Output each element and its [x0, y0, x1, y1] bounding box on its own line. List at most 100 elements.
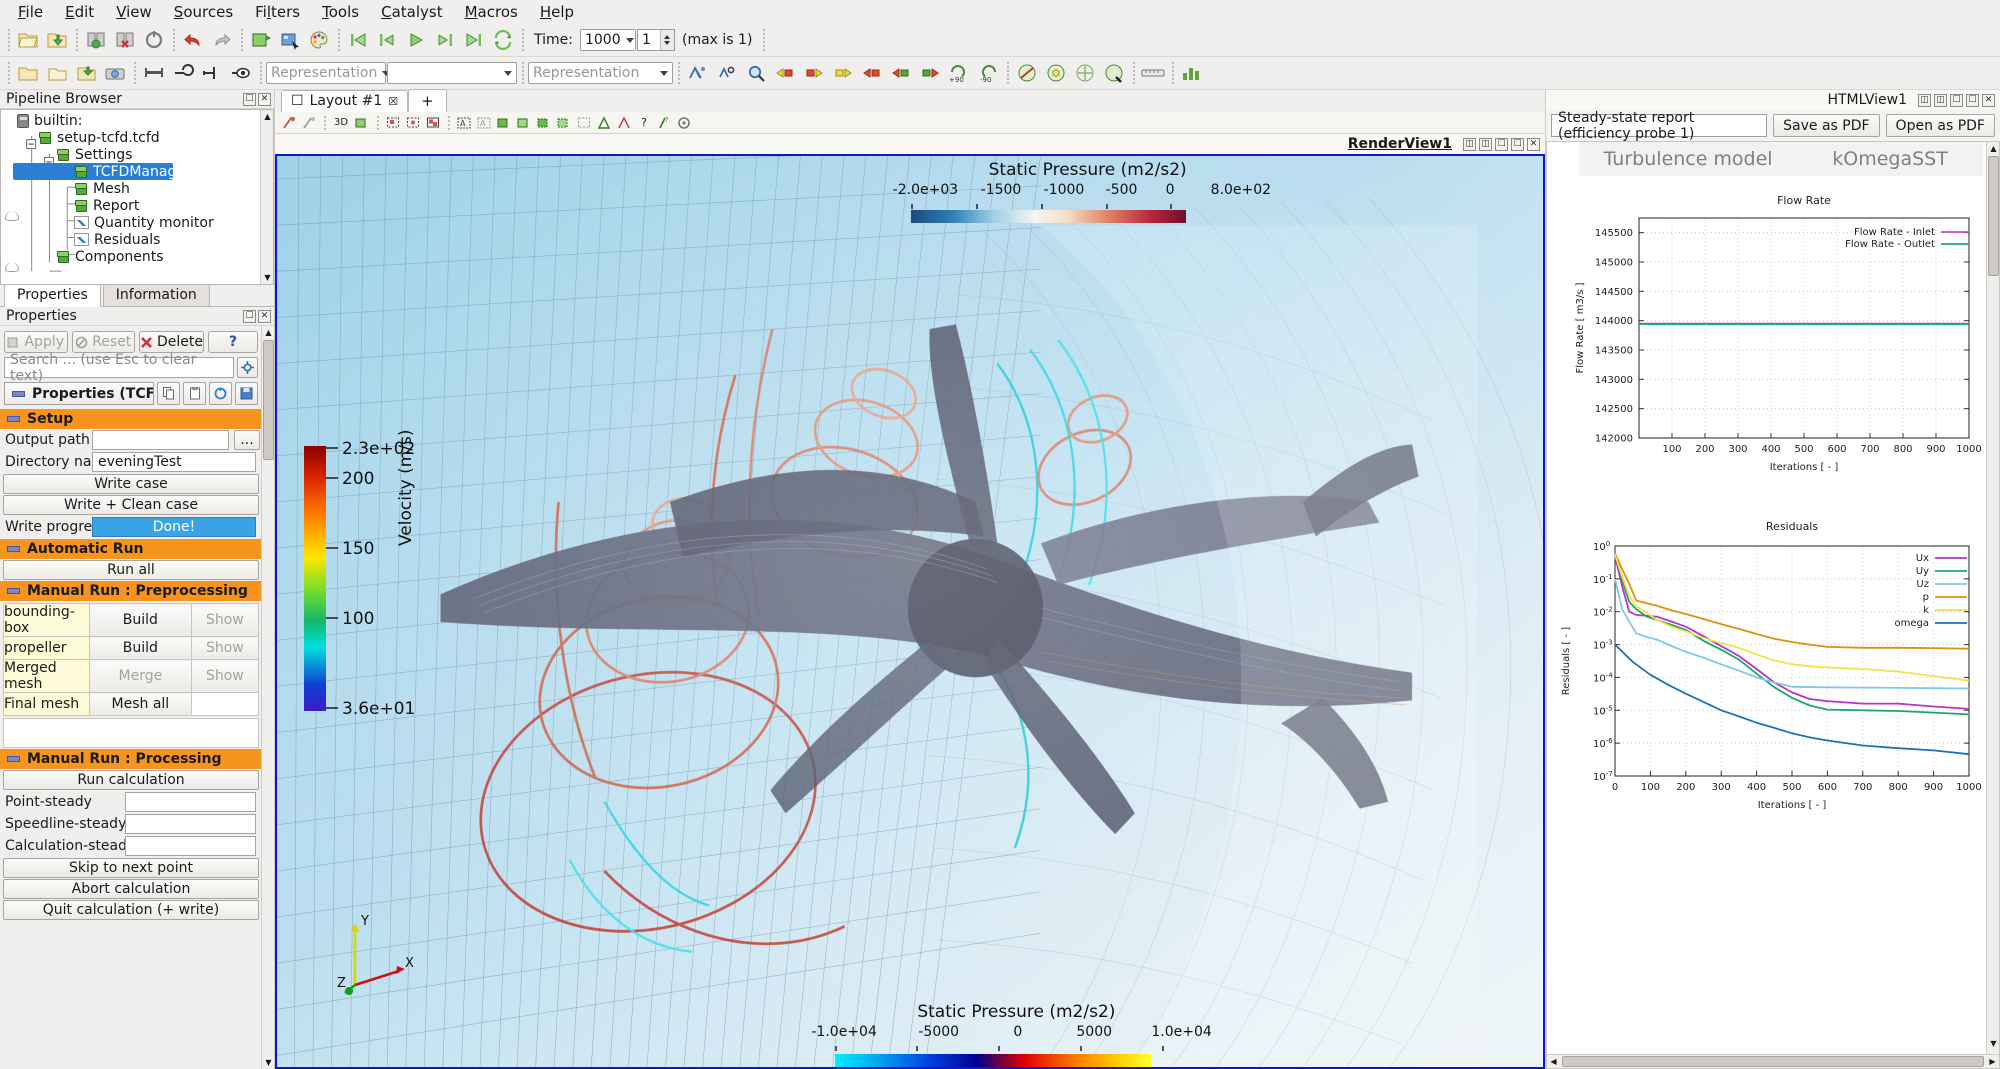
pick-center-icon[interactable] [280, 114, 298, 132]
pipeline-item-builtin[interactable]: builtin: [1, 112, 273, 129]
help-button[interactable]: ? [208, 331, 258, 353]
pipeline-scrollbar[interactable]: ▲ ▼ [260, 110, 273, 284]
search-input[interactable]: Search ... (use Esc to clear text) [4, 352, 234, 384]
representation-select[interactable]: Representation [266, 62, 391, 84]
scroll-down-icon[interactable]: ▼ [1987, 1037, 1999, 1050]
select-block-through-icon[interactable]: A [475, 114, 493, 132]
zoom-to-data-icon[interactable] [713, 59, 741, 87]
advanced-properties-toggle[interactable] [237, 357, 258, 378]
speedline-steady-input[interactable] [125, 814, 256, 834]
zoom-to-box-icon[interactable] [742, 59, 770, 87]
reload-icon[interactable] [140, 26, 168, 54]
menu-item-help[interactable]: Help [530, 1, 584, 23]
tab-layout-1[interactable]: ☐ Layout #1 ☒ [281, 90, 409, 112]
menu-item-view[interactable]: View [106, 1, 162, 23]
last-frame-icon[interactable] [460, 26, 488, 54]
add-layout-tab[interactable]: + [408, 89, 447, 112]
next-frame-icon[interactable] [431, 26, 459, 54]
ruler-icon[interactable] [1139, 59, 1167, 87]
axes-visibility-icon[interactable] [1013, 59, 1041, 87]
output-path-input[interactable] [92, 430, 229, 450]
help-icon[interactable]: ? [635, 114, 653, 132]
undock-icon[interactable]: ☐ [243, 92, 256, 106]
report-select[interactable]: Steady-state report (efficiency probe 1) [1551, 110, 1768, 142]
stepper-arrows[interactable] [659, 30, 674, 50]
scroll-up-icon[interactable]: ▲ [261, 110, 273, 123]
camera-undo-icon[interactable] [353, 114, 371, 132]
time-value-select[interactable]: 1000 [579, 29, 636, 51]
pos-y-view-icon[interactable] [829, 59, 857, 87]
select-cells-through-icon[interactable] [424, 114, 442, 132]
close-icon[interactable]: ✕ [258, 309, 271, 323]
undo-camera-icon[interactable] [247, 26, 275, 54]
table-row[interactable]: Final mesh Mesh all [3, 692, 260, 716]
write-case-button[interactable]: Write case [3, 474, 259, 494]
pipeline-item-setup-tcfd[interactable]: setup-tcfd.tcfd [1, 129, 273, 146]
section-automatic-run[interactable]: Automatic Run [0, 539, 262, 559]
build-button[interactable]: Build [89, 603, 192, 637]
quit-calculation-button[interactable]: Quit calculation (+ write) [3, 900, 259, 920]
calculation-steady-input[interactable] [125, 836, 256, 856]
browse-output-path-button[interactable]: ... [234, 430, 260, 450]
neg-z-view-icon[interactable] [887, 59, 915, 87]
point-steady-input[interactable] [125, 792, 256, 812]
scrollbar-thumb[interactable] [263, 340, 274, 460]
pipeline-item-report[interactable]: Report [1, 197, 273, 214]
show-button[interactable]: Show [190, 603, 260, 637]
open-file-icon[interactable] [14, 26, 42, 54]
plot-over-line-icon[interactable] [615, 114, 633, 132]
first-frame-icon[interactable] [344, 26, 372, 54]
close-icon[interactable]: ☒ [388, 95, 398, 108]
table-row[interactable]: bounding-box Build Show [3, 603, 260, 637]
write-clean-case-button[interactable]: Write + Clean case [3, 495, 259, 515]
paste-properties-icon[interactable] [183, 382, 206, 405]
redo-icon[interactable] [208, 26, 236, 54]
neg-y-view-icon[interactable] [858, 59, 886, 87]
split-horizontal-icon[interactable]: ◫ [1463, 137, 1476, 151]
report-body[interactable]: Turbulence model kOmegaSST Flow Rate 1420… [1546, 141, 2000, 1069]
prev-frame-icon[interactable] [373, 26, 401, 54]
rotate-plus-90-icon[interactable]: +90 [945, 59, 973, 87]
select-icon[interactable] [276, 26, 304, 54]
abort-calculation-button[interactable]: Abort calculation [3, 879, 259, 899]
view-settings-icon[interactable] [675, 114, 693, 132]
tab-information[interactable]: Information [102, 284, 210, 306]
show-button[interactable]: Show [190, 659, 260, 693]
connect-icon[interactable] [82, 26, 110, 54]
open-as-pdf-button[interactable]: Open as PDF [1885, 114, 1995, 137]
scroll-left-icon[interactable]: ◀ [1547, 1055, 1560, 1068]
representation-type-select[interactable]: Representation [528, 62, 673, 84]
table-row[interactable]: propeller Build Show [3, 636, 260, 660]
menu-item-file[interactable]: File [8, 1, 53, 23]
save-as-pdf-button[interactable]: Save as PDF [1773, 114, 1880, 137]
close-icon[interactable]: ✕ [1982, 93, 1995, 107]
reset-center-icon[interactable] [300, 114, 318, 132]
center-axes-icon[interactable] [169, 59, 197, 87]
interactive-select-points-icon[interactable] [555, 114, 573, 132]
properties-group-header[interactable]: Properties (TCFDMan [4, 382, 154, 405]
select-points-icon[interactable] [404, 114, 422, 132]
restore-defaults-icon[interactable] [209, 382, 232, 405]
render-view-canvas[interactable]: Static Pressure (m2/s2) -2.0e+03 -1500 -… [275, 154, 1545, 1069]
maximize-icon[interactable]: ☐ [1950, 93, 1963, 107]
reset-camera-icon[interactable] [684, 59, 712, 87]
play-icon[interactable] [402, 26, 430, 54]
hover-cells-icon[interactable] [495, 114, 513, 132]
split-vertical-icon[interactable]: ◫ [1934, 93, 1947, 107]
apply-button[interactable]: Apply [4, 331, 68, 353]
menu-item-sources[interactable]: Sources [164, 1, 243, 23]
pipeline-item-tcfdmanager1[interactable]: TCFDManager1 [13, 163, 200, 180]
undock-icon[interactable]: ☐ [1966, 93, 1979, 107]
menu-item-catalyst[interactable]: Catalyst [371, 1, 453, 23]
rotate-camera-icon[interactable] [1100, 59, 1128, 87]
undock-icon[interactable]: ☐ [243, 309, 256, 323]
select-cells-icon[interactable] [384, 114, 402, 132]
split-horizontal-icon[interactable]: ◫ [1918, 93, 1931, 107]
camera-icon[interactable] [101, 59, 129, 87]
center-axes-visibility-icon[interactable] [1071, 59, 1099, 87]
report-scrollbar[interactable]: ▲ ▼ [1986, 142, 1999, 1068]
menu-item-tools[interactable]: Tools [312, 1, 369, 23]
section-setup[interactable]: Setup [0, 409, 262, 429]
python-trace-icon[interactable]: ? [655, 114, 673, 132]
link-icon[interactable] [140, 59, 168, 87]
